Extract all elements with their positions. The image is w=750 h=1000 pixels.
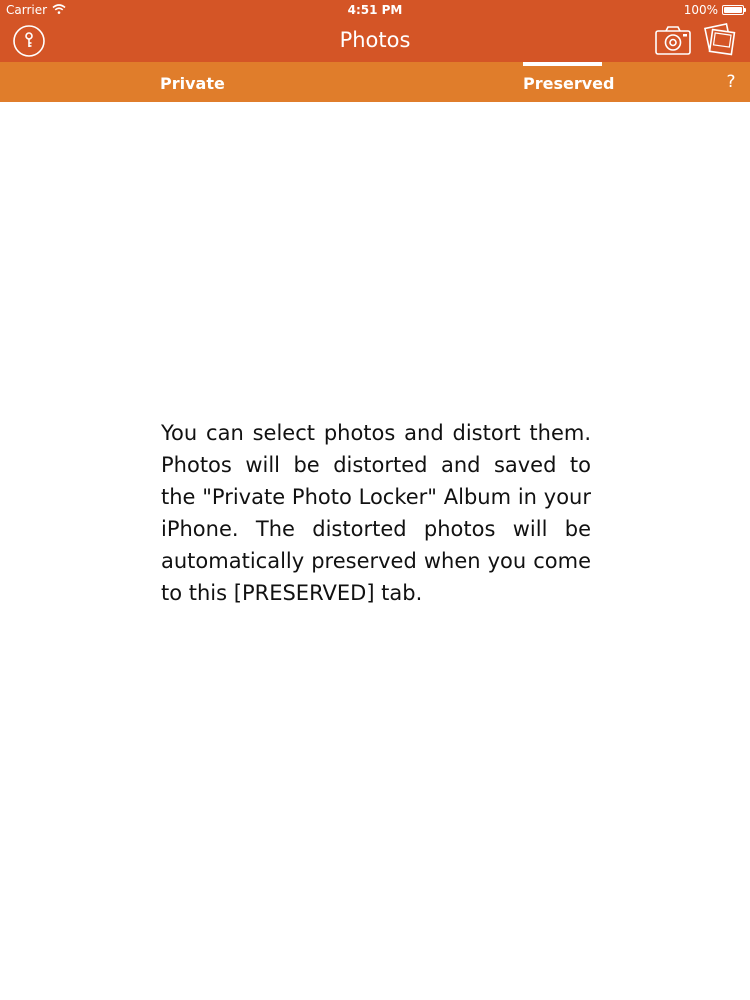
- status-time: 4:51 PM: [347, 3, 403, 17]
- app-screen: Carrier 4:51 PM 100% Photos Private Pres…: [0, 0, 750, 1000]
- empty-state-message: You can select photos and distort them. …: [161, 421, 591, 605]
- battery-icon: [722, 5, 746, 15]
- camera-button[interactable]: [654, 24, 692, 58]
- tab-preserved-label: Preserved: [523, 74, 615, 93]
- selected-tab-indicator: [523, 62, 602, 66]
- nav-title: Photos: [339, 28, 411, 52]
- battery-percent: 100%: [683, 3, 718, 17]
- tab-private-label: Private: [160, 74, 225, 93]
- tab-bar: Private Preserved ?: [0, 62, 750, 102]
- help-button[interactable]: ?: [722, 72, 740, 92]
- status-right: 100%: [683, 3, 746, 17]
- tab-preserved[interactable]: Preserved: [523, 62, 614, 102]
- tab-private[interactable]: Private: [160, 62, 225, 102]
- photo-stack-icon: [704, 23, 736, 56]
- header-bar: Carrier 4:51 PM 100% Photos: [0, 0, 750, 62]
- status-bar: Carrier 4:51 PM 100%: [0, 0, 750, 20]
- camera-icon: [655, 26, 691, 55]
- album-button[interactable]: [702, 22, 738, 58]
